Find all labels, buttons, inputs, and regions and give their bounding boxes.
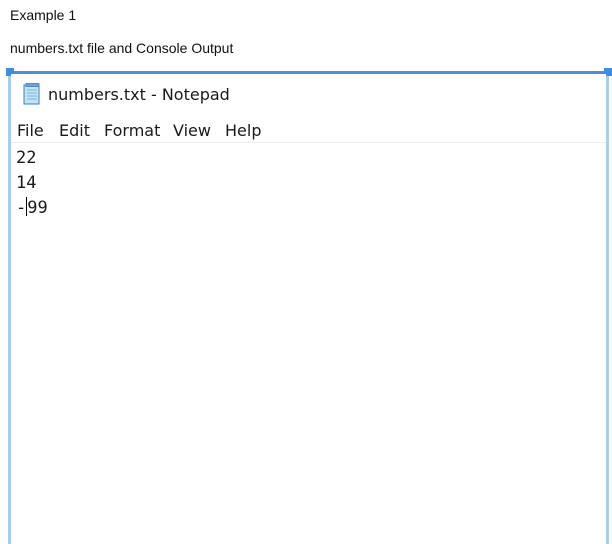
text-line: 22	[16, 148, 37, 168]
text-editor-area[interactable]: 22 14 -99	[11, 143, 606, 544]
example-heading: Example 1	[10, 7, 77, 23]
menu-format[interactable]: Format	[104, 121, 160, 140]
text-line: -99	[16, 196, 48, 220]
menu-help[interactable]: Help	[225, 121, 261, 140]
window-title: numbers.txt - Notepad	[48, 85, 230, 104]
text-after-caret: 99	[27, 198, 48, 218]
image-selection-right-border	[606, 71, 609, 544]
title-bar[interactable]: numbers.txt - Notepad	[11, 74, 606, 116]
menu-bar: File Edit Format View Help	[11, 118, 606, 143]
notepad-icon	[22, 83, 42, 105]
text-before-caret: -	[16, 198, 27, 218]
text-line: 14	[16, 173, 37, 193]
menu-view[interactable]: View	[173, 121, 211, 140]
example-caption: numbers.txt file and Console Output	[10, 40, 234, 56]
menu-file[interactable]: File	[17, 121, 44, 140]
menu-edit[interactable]: Edit	[59, 121, 90, 140]
notepad-window: numbers.txt - Notepad File Edit Format V…	[11, 74, 606, 544]
